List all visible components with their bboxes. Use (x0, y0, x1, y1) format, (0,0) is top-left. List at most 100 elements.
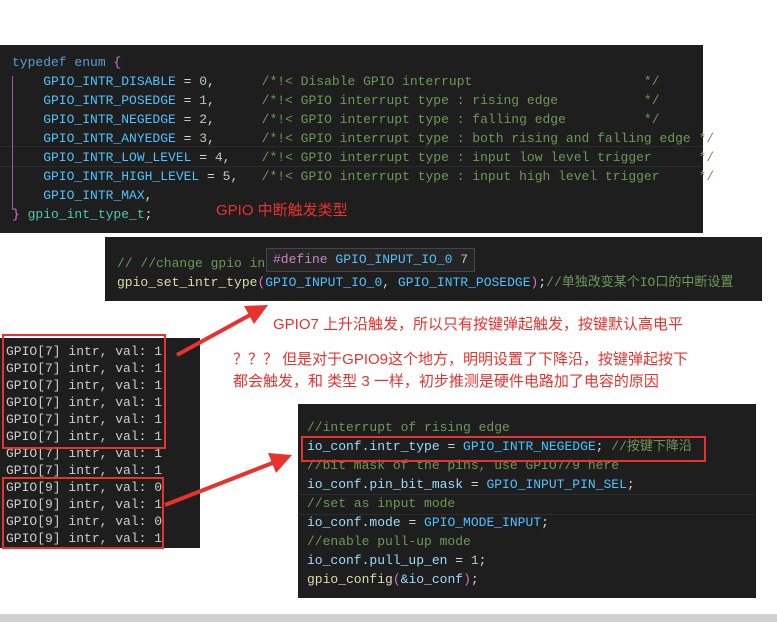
enum-annotation: GPIO 中断触发类型 (216, 202, 348, 219)
code-token: /*!< GPIO interrupt type : falling edge … (261, 112, 660, 127)
horizontal-scrollbar[interactable] (0, 614, 777, 622)
code-token: GPIO_INTR_ANYEDGE (12, 131, 176, 146)
code-token: /*!< GPIO interrupt type : rising edge *… (261, 93, 660, 108)
code-line: gpio_set_intr_type(GPIO_INPUT_IO_0, GPIO… (117, 273, 733, 292)
code-token: //interrupt of rising edge (307, 420, 510, 435)
gpio9-output-highlight (2, 477, 164, 549)
code-token: #define (273, 252, 336, 267)
code-line: GPIO_INTR_HIGH_LEVEL = 5, /*!< GPIO inte… (12, 167, 714, 186)
hover-tooltip: #define GPIO_INPUT_IO_0 7 (266, 248, 476, 272)
code-token: mode (439, 534, 471, 549)
code-token: gpio_int_type_t (19, 207, 145, 222)
code-token: 0 (199, 74, 208, 89)
code-token: { (113, 55, 122, 70)
code-line: gpio_config(&io_conf); (307, 570, 692, 589)
code-token: = (175, 74, 200, 89)
code-token: = (199, 169, 223, 184)
code-token: 4 (214, 150, 223, 165)
code-token: ; (478, 553, 487, 568)
enum-code-panel: typedef enum { GPIO_INTR_DISABLE = 0, /*… (0, 45, 714, 233)
code-token: pull_up_en (369, 553, 448, 568)
code-token: GPIO_INPUT_IO_0 (265, 275, 383, 290)
code-token: , (207, 93, 262, 108)
code-token: , (207, 74, 262, 89)
code-line: #define GPIO_INPUT_IO_0 7 (273, 249, 468, 271)
code-token: } (12, 207, 20, 222)
gpio9-note-line1: ？？？ 但是对于GPIO9这个地方，明明设置了下降沿，按键弹起按下 (233, 351, 689, 368)
set-intr-code-panel: // //change gpio in gpio_set_intr_type(GP… (105, 237, 762, 301)
code-line: GPIO_INTR_NEGEDGE = 2, /*!< GPIO interru… (12, 110, 714, 129)
code-token: io_conf (307, 515, 362, 530)
io-config-code-panel: //interrupt of rising edge io_conf.intr_t… (298, 404, 756, 598)
code-token: //set as input (307, 496, 425, 511)
code-token: gpio_config (307, 572, 393, 587)
code-token: ; (470, 572, 479, 587)
code-token: /*!< GPIO interrupt type : input low lev… (261, 150, 715, 165)
gpio7-note: GPIO7 上升沿触发，所以只有按键弹起触发，按键默认高电平 (273, 316, 684, 333)
code-token: = (400, 515, 425, 530)
code-token: //单独改变某个IO口的中断设置 (546, 275, 734, 290)
code-token: GPIO_INTR_DISABLE (12, 74, 176, 89)
code-token: = (175, 112, 200, 127)
code-token: ; (541, 515, 549, 530)
code-line: typedef enum { (12, 53, 714, 72)
code-token: GPIO_INPUT_IO_0 (335, 252, 453, 267)
enum-code: typedef enum { GPIO_INTR_DISABLE = 0, /*… (12, 53, 714, 224)
code-line: GPIO_INTR_POSEDGE = 1, /*!< GPIO interru… (12, 91, 714, 110)
code-token: 1 (199, 93, 208, 108)
code-token: = (191, 150, 215, 165)
code-line: GPIO_INTR_MAX, (12, 186, 714, 205)
code-token: , (144, 188, 153, 203)
code-token: GPIO_INTR_HIGH_LEVEL (12, 169, 200, 184)
code-line: //set as input mode (307, 494, 692, 513)
code-token: 7 (452, 252, 469, 267)
code-token: 3 (199, 131, 208, 146)
code-token: GPIO_INTR_NEGEDGE (12, 112, 176, 127)
code-token: , (222, 150, 262, 165)
code-line: GPIO_INTR_DISABLE = 0, /*!< Disable GPIO… (12, 72, 714, 91)
code-token: ) (463, 572, 471, 587)
code-line: //enable pull-up mode (307, 532, 692, 551)
code-token: GPIO_INTR_MAX (12, 188, 145, 203)
code-token: // //change gpio in (117, 256, 266, 271)
code-line: GPIO_INTR_LOW_LEVEL = 4, /*!< GPIO inter… (12, 148, 714, 167)
code-line: GPIO_INTR_ANYEDGE = 3, /*!< GPIO interru… (12, 129, 714, 148)
code-token: GPIO_INTR_LOW_LEVEL (12, 150, 192, 165)
code-line: } gpio_int_type_t; (12, 205, 714, 224)
code-token: GPIO_MODE_INPUT (424, 515, 542, 530)
code-token: mode (424, 496, 456, 511)
code-token: , (382, 275, 398, 290)
code-token: ; (538, 275, 547, 290)
code-token: pin_bit_mask (369, 477, 464, 492)
code-token: io_conf (307, 477, 362, 492)
code-line: io_conf.pull_up_en = 1; (307, 551, 692, 570)
code-token: io_conf (307, 553, 362, 568)
code-line: io_conf.pin_bit_mask = GPIO_INPUT_PIN_SE… (307, 475, 692, 494)
code-token: &io_conf (400, 572, 464, 587)
code-line: //interrupt of rising edge (307, 418, 692, 437)
code-token: /*!< GPIO interrupt type : input high le… (261, 169, 715, 184)
code-token: typedef enum (12, 55, 114, 70)
code-token: 1 (470, 553, 479, 568)
code-token: = (463, 477, 487, 492)
code-token: gpio_set_intr_type (117, 275, 258, 290)
code-token: = (175, 131, 200, 146)
code-token: 2 (199, 112, 208, 127)
code-token: , (230, 169, 262, 184)
gpio7-output-highlight (2, 334, 166, 449)
code-token: = (447, 553, 471, 568)
code-token: ; (144, 207, 153, 222)
code-token: GPIO_INPUT_PIN_SEL (486, 477, 627, 492)
gpio9-note-line2: 都会触发，和 类型 3 一样，初步推测是硬件电路加了电容的原因 (233, 373, 659, 390)
code-token: ; (626, 477, 635, 492)
code-token: GPIO_INTR_POSEDGE (12, 93, 176, 108)
code-token: , (207, 131, 262, 146)
code-line: io_conf.mode = GPIO_MODE_INPUT; (307, 513, 692, 532)
code-token: GPIO_INTR_POSEDGE (397, 275, 531, 290)
code-token: //enable pull-up (307, 534, 440, 549)
code-token: mode (369, 515, 401, 530)
code-token: /*!< Disable GPIO interrupt */ (261, 74, 660, 89)
negedge-line-highlight (301, 436, 706, 462)
code-token: /*!< GPIO interrupt type : both rising a… (261, 131, 715, 146)
code-token: , (207, 112, 262, 127)
